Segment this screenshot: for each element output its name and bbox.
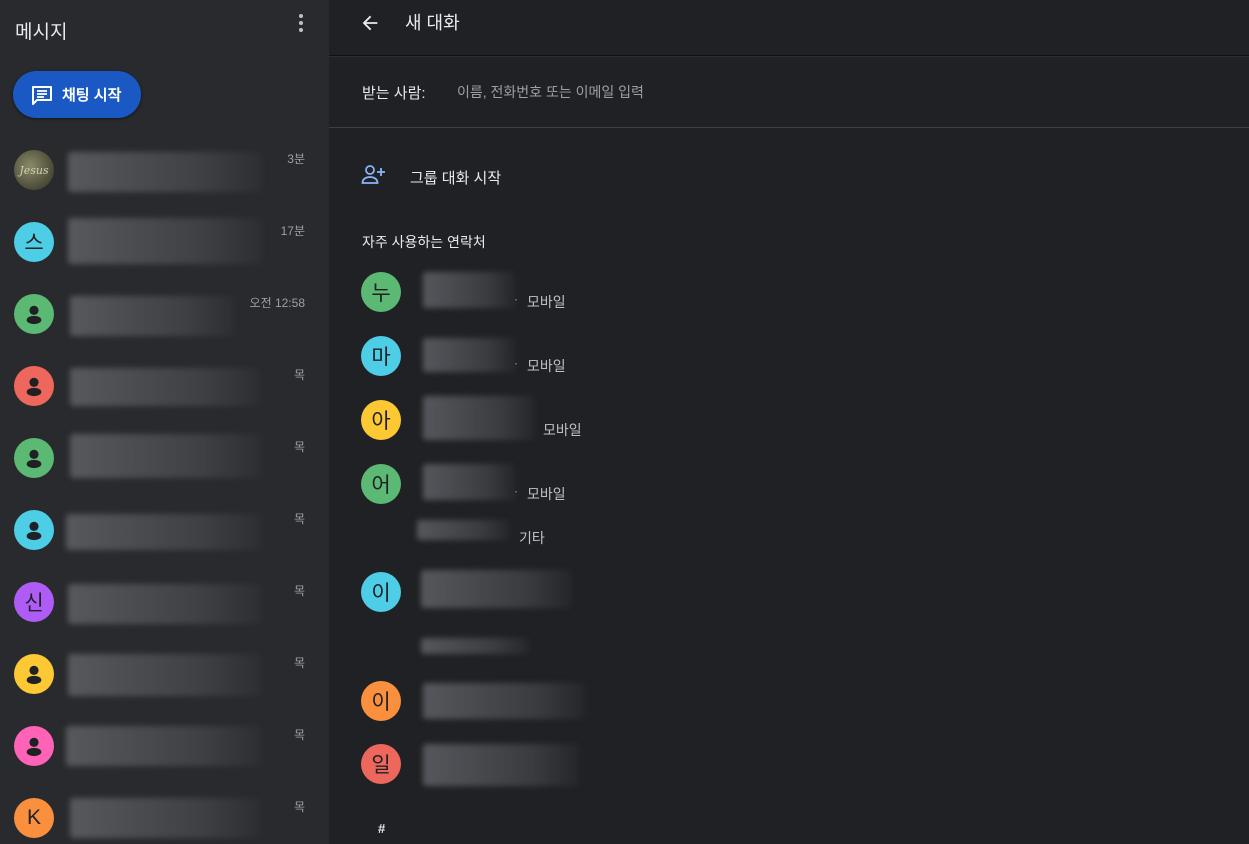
- contact-avatar: 누: [361, 272, 401, 312]
- person-icon: [26, 665, 42, 685]
- avatar: 스: [14, 222, 54, 262]
- conversation-time: 17분: [280, 224, 305, 238]
- avatar: [14, 726, 54, 766]
- conversation-time: 목: [293, 728, 305, 742]
- redacted-contact: [423, 396, 535, 440]
- contact-item[interactable]: 이: [329, 681, 929, 725]
- redacted-contact: [423, 338, 515, 372]
- conversation-item[interactable]: 신 목: [0, 572, 329, 644]
- avatar: 신: [14, 582, 54, 622]
- frequent-contacts-heading: 자주 사용하는 연락처: [362, 234, 486, 250]
- avatar: [14, 366, 54, 406]
- avatar: [14, 438, 54, 478]
- redacted-preview: [70, 368, 260, 406]
- phone-type: 모바일: [543, 422, 582, 438]
- separator-dot: ·: [514, 484, 518, 498]
- app-title: 메시지: [15, 22, 68, 43]
- contact-item[interactable]: 누 · 모바일: [329, 272, 929, 316]
- conversation-item[interactable]: 오전 12:58: [0, 284, 329, 356]
- start-chat-button[interactable]: 채팅 시작: [13, 71, 141, 118]
- separator-dot: ·: [514, 292, 518, 306]
- new-conversation-panel: 새 대화 받는 사람: 그룹 대화 시작 자주 사용하는 연락처 누 · 모바일…: [329, 0, 1249, 844]
- redacted-contact: [423, 683, 585, 719]
- recipient-label: 받는 사람:: [362, 85, 426, 102]
- phone-type: 모바일: [527, 486, 566, 502]
- contact-item[interactable]: 마 · 모바일: [329, 336, 929, 380]
- redacted-preview: [68, 152, 263, 192]
- conversation-item[interactable]: 목: [0, 356, 329, 428]
- conversation-time: 목: [293, 368, 305, 382]
- redacted-preview: [70, 798, 260, 838]
- avatar: K: [14, 798, 54, 838]
- start-group-conversation-button[interactable]: 그룹 대화 시작: [329, 150, 929, 200]
- conversation-item[interactable]: 목: [0, 644, 329, 716]
- contact-avatar: 이: [361, 681, 401, 721]
- conversation-time: 오전 12:58: [249, 296, 305, 310]
- separator-dot: ·: [514, 356, 518, 370]
- redacted-contact: [421, 570, 571, 608]
- contact-avatar: 아: [361, 400, 401, 440]
- phone-type: 모바일: [527, 294, 566, 310]
- person-icon: [26, 305, 42, 325]
- conversation-time: 목: [293, 512, 305, 526]
- conversation-time: 목: [293, 440, 305, 454]
- start-chat-label: 채팅 시작: [62, 87, 122, 104]
- person-icon: [26, 737, 42, 757]
- conversation-item[interactable]: Jesus 3분: [0, 140, 329, 212]
- message-icon: [32, 85, 52, 105]
- section-index-hash: #: [378, 821, 386, 836]
- contact-item[interactable]: 이: [329, 570, 929, 662]
- arrow-back-icon[interactable]: [359, 12, 381, 34]
- phone-type: 모바일: [527, 358, 566, 374]
- conversation-item[interactable]: 스 17분: [0, 212, 329, 284]
- redacted-contact: [423, 272, 515, 308]
- recipient-input[interactable]: [455, 78, 959, 106]
- conversation-time: 목: [293, 584, 305, 598]
- contact-avatar: 마: [361, 336, 401, 376]
- redacted-preview: [68, 654, 262, 696]
- person-icon: [26, 377, 42, 397]
- avatar: [14, 294, 54, 334]
- avatar: [14, 654, 54, 694]
- recipient-row: 받는 사람:: [329, 56, 1249, 128]
- phone-type: 기타: [519, 530, 545, 546]
- redacted-contact: [423, 744, 579, 786]
- redacted-preview: [68, 218, 263, 264]
- person-add-icon: [361, 165, 385, 184]
- redacted-number: [417, 520, 509, 540]
- avatar: Jesus: [14, 150, 54, 190]
- more-vert-icon[interactable]: [290, 12, 312, 34]
- conversation-time: 목: [293, 656, 305, 670]
- page-title: 새 대화: [405, 13, 460, 33]
- contact-item[interactable]: 아 모바일: [329, 396, 929, 444]
- redacted-preview: [66, 726, 262, 766]
- contact-avatar: 어: [361, 464, 401, 504]
- contact-avatar: 이: [361, 572, 401, 612]
- conversation-item[interactable]: 목: [0, 716, 329, 788]
- sidebar: 메시지 채팅 시작 Jesus 3분 스 17분 오전 12:58 목 목 목 …: [0, 0, 329, 844]
- redacted-preview: [70, 434, 262, 478]
- conversation-time: 3분: [287, 152, 305, 166]
- redacted-number: [421, 638, 529, 654]
- redacted-contact: [423, 464, 515, 500]
- conversation-item[interactable]: K 목: [0, 788, 329, 844]
- contact-item[interactable]: 일: [329, 744, 929, 788]
- redacted-preview: [66, 514, 262, 550]
- avatar: [14, 510, 54, 550]
- contact-item[interactable]: 어 · 모바일 기타: [329, 464, 929, 554]
- conversation-item[interactable]: 목: [0, 428, 329, 500]
- group-conversation-label: 그룹 대화 시작: [410, 170, 502, 187]
- person-icon: [26, 449, 42, 469]
- redacted-preview: [68, 584, 262, 624]
- redacted-preview: [70, 296, 235, 336]
- conversation-item[interactable]: 목: [0, 500, 329, 572]
- contact-avatar: 일: [361, 744, 401, 784]
- person-icon: [26, 521, 42, 541]
- conversation-time: 목: [293, 800, 305, 814]
- header: 새 대화: [329, 0, 1249, 56]
